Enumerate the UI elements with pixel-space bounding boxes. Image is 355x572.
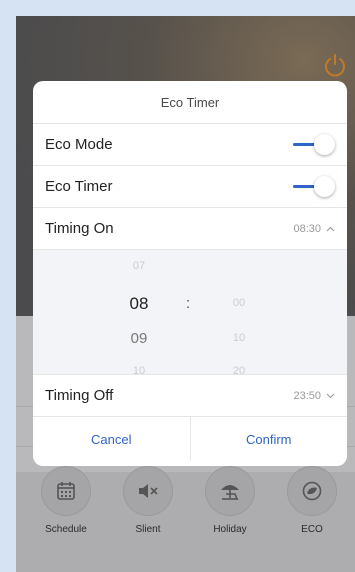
mute-icon xyxy=(139,484,158,498)
eco-timer-dialog: Eco Timer Eco Mode Eco Timer Timing On 0… xyxy=(33,81,347,466)
dialog-actions: Cancel Confirm xyxy=(33,417,347,461)
timing-off-value: 23:50 xyxy=(293,389,321,402)
picker-hour-option[interactable]: 07 xyxy=(111,260,167,272)
timing-on-row[interactable]: Timing On 08:30 xyxy=(33,208,347,250)
eco-button[interactable]: ECO xyxy=(282,466,342,535)
silent-button[interactable]: Slient xyxy=(118,466,178,535)
picker-minute-option[interactable]: 20 xyxy=(211,365,267,377)
eco-mode-toggle[interactable] xyxy=(289,133,335,157)
holiday-button[interactable]: Holiday xyxy=(200,466,260,535)
power-icon[interactable] xyxy=(322,52,348,78)
eco-timer-label: Eco Timer xyxy=(45,178,113,195)
picker-hour-selected[interactable]: 08 xyxy=(111,294,167,314)
schedule-button[interactable]: Schedule xyxy=(36,466,96,535)
eco-leaf-icon xyxy=(302,481,322,501)
eco-timer-row: Eco Timer xyxy=(33,166,347,208)
eco-label: ECO xyxy=(301,524,323,535)
calendar-icon xyxy=(57,482,75,500)
picker-minute-option[interactable]: 00 xyxy=(211,297,267,309)
picker-separator: : xyxy=(186,295,191,312)
timing-off-row[interactable]: Timing Off 23:50 xyxy=(33,375,347,417)
eco-mode-row: Eco Mode xyxy=(33,124,347,166)
picker-hour-option[interactable]: 09 xyxy=(111,330,167,347)
eco-mode-label: Eco Mode xyxy=(45,136,113,153)
chevron-down-icon xyxy=(326,393,335,398)
cancel-button[interactable]: Cancel xyxy=(33,417,190,461)
picker-hour-option[interactable]: 10 xyxy=(111,365,167,377)
beach-umbrella-icon xyxy=(221,485,239,500)
picker-minute-option[interactable]: 10 xyxy=(211,332,267,344)
holiday-label: Holiday xyxy=(213,524,247,535)
timing-on-label: Timing On xyxy=(45,220,114,237)
schedule-label: Schedule xyxy=(45,524,87,535)
time-picker[interactable]: 07 08 09 10 : 00 10 20 xyxy=(33,250,347,377)
confirm-button[interactable]: Confirm xyxy=(189,417,348,461)
timing-on-value: 08:30 xyxy=(293,222,321,235)
silent-label: Slient xyxy=(135,524,161,535)
timing-off-label: Timing Off xyxy=(45,387,114,404)
chevron-up-icon xyxy=(326,226,335,231)
dialog-title: Eco Timer xyxy=(33,81,347,124)
eco-timer-toggle[interactable] xyxy=(289,175,335,199)
